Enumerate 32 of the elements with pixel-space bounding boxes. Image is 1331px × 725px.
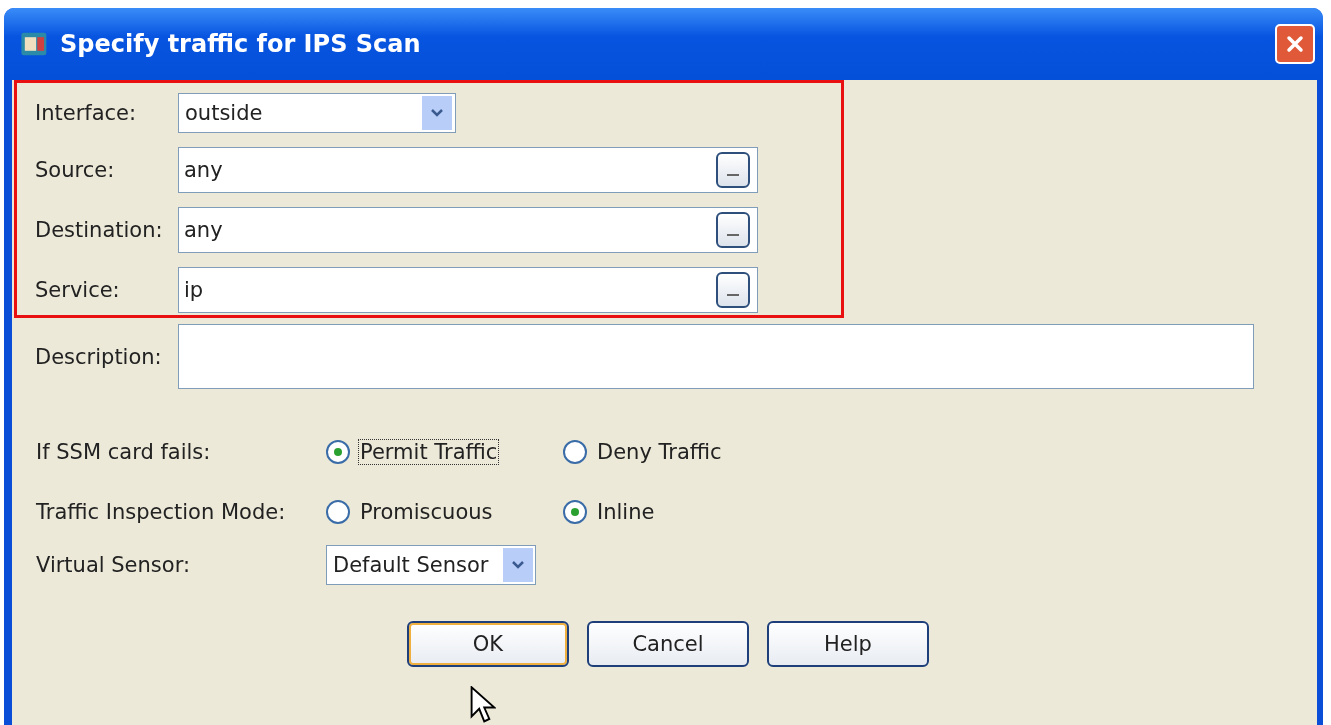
field-label: Source: xyxy=(35,158,116,182)
option-label[interactable]: Deny Traffic xyxy=(595,439,724,465)
browse-button[interactable] xyxy=(716,212,750,248)
sensor-dropdown[interactable]: Default Sensor xyxy=(326,545,536,585)
window-title: Specify traffic for IPS Scan xyxy=(60,30,421,58)
field-label: Description: xyxy=(35,344,163,369)
text-field[interactable]: ip xyxy=(178,267,758,313)
browse-button[interactable] xyxy=(716,272,750,308)
browse-button[interactable] xyxy=(716,152,750,188)
field-label: Service: xyxy=(35,278,121,302)
text-field[interactable]: any xyxy=(178,207,758,253)
dialog-button[interactable]: Cancel xyxy=(587,621,749,667)
interface-dropdown[interactable]: outside xyxy=(178,93,456,133)
field-label: Interface: xyxy=(35,101,138,125)
option-label[interactable]: Promiscuous xyxy=(358,499,495,525)
radio-button[interactable] xyxy=(563,440,587,464)
dialog-button[interactable]: Help xyxy=(767,621,929,667)
field-label: If SSM card fails: xyxy=(36,440,212,464)
option-label[interactable]: Inline xyxy=(595,499,657,525)
field-label: Destination: xyxy=(35,218,164,242)
field-label: Traffic Inspection Mode: xyxy=(36,500,287,524)
option-label[interactable]: Permit Traffic xyxy=(358,439,500,465)
close-icon xyxy=(1285,34,1305,54)
close-button[interactable] xyxy=(1275,24,1315,64)
text-field[interactable]: any xyxy=(178,147,758,193)
field-label: Virtual Sensor: xyxy=(36,553,191,577)
radio-button[interactable] xyxy=(326,440,350,464)
description-field[interactable] xyxy=(178,324,1254,389)
dialog-button[interactable]: OK xyxy=(407,621,569,667)
cursor-icon xyxy=(470,686,496,724)
radio-button[interactable] xyxy=(563,500,587,524)
radio-button[interactable] xyxy=(326,500,350,524)
